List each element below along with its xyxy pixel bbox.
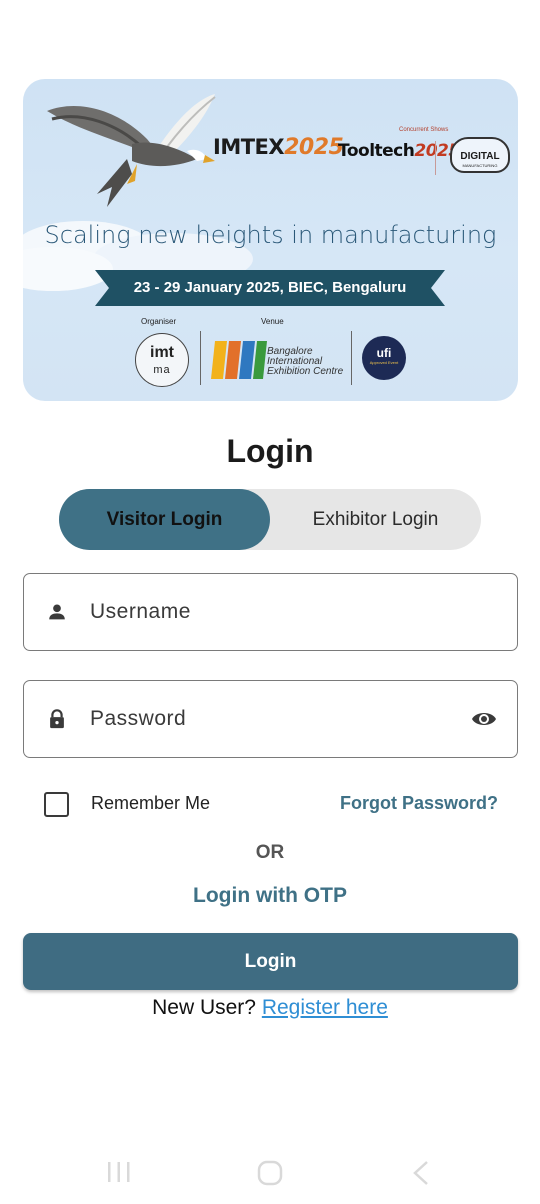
concurrent-shows-label: Concurrent Shows <box>399 127 449 133</box>
login-type-tabs: Visitor Login Exhibitor Login <box>59 489 481 550</box>
banner-tagline: Scaling new heights in manufacturing <box>44 221 497 249</box>
imtma-logo: imt ma <box>135 333 189 387</box>
new-user-text: New User? <box>152 996 256 1019</box>
back-icon[interactable] <box>410 1160 432 1186</box>
register-prompt: New User? Register here <box>0 996 540 1020</box>
organiser-label: Organiser <box>141 317 177 326</box>
home-icon[interactable] <box>256 1160 284 1186</box>
logo-divider <box>435 141 436 175</box>
imtex-year: 2025 <box>284 135 344 160</box>
tooltech-logo: Tooltech2025 <box>338 141 460 161</box>
logo-divider <box>351 331 352 385</box>
forgot-password-link[interactable]: Forgot Password? <box>340 793 498 814</box>
digital-brand: DIGITAL <box>460 151 500 162</box>
eagle-graphic <box>47 94 216 207</box>
page-title: Login <box>226 433 314 469</box>
biec-name: Bangalore International Exhibition Centr… <box>267 347 343 377</box>
remember-me-label[interactable]: Remember Me <box>91 793 210 814</box>
password-field[interactable] <box>23 680 518 758</box>
tooltech-brand: Tooltech <box>338 141 415 161</box>
system-nav-bar <box>0 1150 540 1194</box>
digital-manufacturing-logo: DIGITAL MANUFACTURING <box>450 137 510 173</box>
remember-me-checkbox[interactable] <box>44 792 69 817</box>
login-with-otp-link[interactable]: Login with OTP <box>0 884 540 908</box>
login-button[interactable]: Login <box>23 933 518 990</box>
event-banner: IMTEX2025 Concurrent Shows Tooltech2025 … <box>23 79 518 401</box>
digital-sub: MANUFACTURING <box>462 163 498 168</box>
biec-logo <box>211 341 267 379</box>
imtex-logo: IMTEX2025 <box>213 135 344 160</box>
username-field[interactable] <box>23 573 518 651</box>
ufi-logo: ufi Approved Event <box>362 336 406 380</box>
tab-exhibitor-login[interactable]: Exhibitor Login <box>270 489 481 550</box>
tab-visitor-login[interactable]: Visitor Login <box>59 489 270 550</box>
register-link[interactable]: Register here <box>262 996 388 1019</box>
person-icon <box>49 604 65 620</box>
or-divider-text: OR <box>255 842 285 863</box>
event-dates: 23 - 29 January 2025, BIEC, Bengaluru <box>133 279 407 296</box>
venue-label: Venue <box>261 317 284 326</box>
password-input[interactable] <box>90 699 450 739</box>
username-input[interactable] <box>90 592 450 632</box>
logo-divider <box>200 331 201 385</box>
ufi-logo-text: ufi <box>376 346 392 360</box>
biec-line-3: Exhibition Centre <box>267 366 344 377</box>
imtma-logo-sub: ma <box>153 364 171 376</box>
lock-icon <box>50 709 64 729</box>
ufi-logo-sub: Approved Event <box>369 360 399 365</box>
recent-apps-icon[interactable] <box>106 1160 132 1184</box>
imtma-logo-text: imt <box>150 344 174 361</box>
eye-icon[interactable] <box>471 707 497 731</box>
imtex-brand: IMTEX <box>213 135 285 159</box>
